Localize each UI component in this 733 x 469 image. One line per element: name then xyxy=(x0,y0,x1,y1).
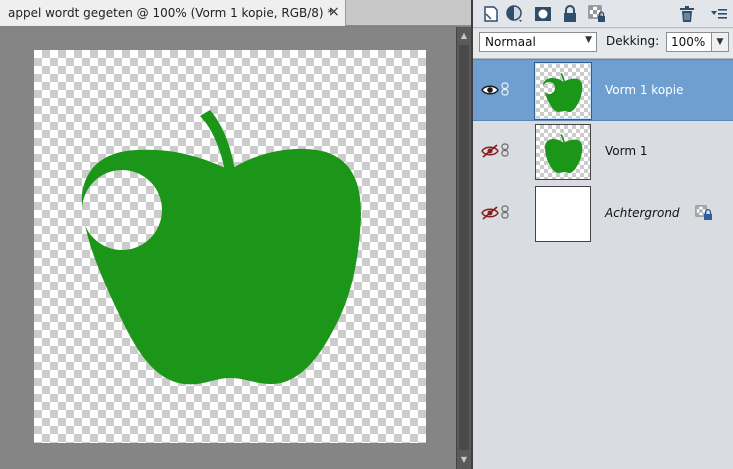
layer-link-icon[interactable] xyxy=(501,81,509,96)
document-tab-title: appel wordt gegeten @ 100% (Vorm 1 kopie… xyxy=(8,6,334,20)
blend-mode-value: Normaal xyxy=(485,35,536,49)
layer-thumbnail xyxy=(535,186,591,242)
image-canvas[interactable] xyxy=(34,50,426,443)
lock-transparency-icon[interactable] xyxy=(587,4,607,24)
layer-mask-icon[interactable] xyxy=(533,4,553,24)
lock-all-icon[interactable] xyxy=(560,4,580,24)
layer-name[interactable]: Vorm 1 kopie xyxy=(605,83,684,97)
adjustment-layer-icon[interactable] xyxy=(505,4,525,24)
apple-shape[interactable] xyxy=(34,50,426,443)
app-window: appel wordt gegeten @ 100% (Vorm 1 kopie… xyxy=(0,0,733,469)
layer-link-icon[interactable] xyxy=(501,142,509,157)
visibility-hidden-icon[interactable] xyxy=(481,205,499,220)
document-area: appel wordt gegeten @ 100% (Vorm 1 kopie… xyxy=(0,0,471,469)
layers-toolbar xyxy=(473,0,733,28)
opacity-input[interactable]: 100% xyxy=(666,32,712,52)
scroll-up-icon[interactable]: ▲ xyxy=(457,29,471,43)
opacity-dropdown-icon[interactable]: ▼ xyxy=(712,32,729,52)
panel-menu-icon[interactable] xyxy=(709,4,729,24)
visibility-hidden-icon[interactable] xyxy=(481,143,499,158)
close-tab-icon[interactable]: × xyxy=(328,4,340,20)
canvas-region[interactable] xyxy=(0,27,456,469)
vertical-scrollbar[interactable]: ▲ ▼ xyxy=(456,27,471,469)
document-tab[interactable]: appel wordt gegeten @ 100% (Vorm 1 kopie… xyxy=(0,0,346,26)
layer-name[interactable]: Vorm 1 xyxy=(605,144,647,158)
scroll-thumb[interactable] xyxy=(459,45,469,450)
layer-row-vorm-1-kopie[interactable]: Vorm 1 kopie xyxy=(473,59,733,121)
layers-panel: Normaal ▼ Dekking: 100% ▼ Vorm 1 kopie V… xyxy=(471,0,733,469)
new-layer-icon[interactable] xyxy=(481,4,501,24)
opacity-label: Dekking: xyxy=(606,34,660,48)
layer-name[interactable]: Achtergrond xyxy=(605,206,680,220)
layer-row-achtergrond[interactable]: Achtergrond xyxy=(473,183,733,245)
scroll-down-icon[interactable]: ▼ xyxy=(457,453,471,467)
layer-list: Vorm 1 kopie Vorm 1 Achtergrond xyxy=(473,59,733,469)
apple-body xyxy=(81,148,361,385)
visibility-eye-icon[interactable] xyxy=(481,82,499,96)
layer-locked-icon xyxy=(695,205,713,221)
layer-row-vorm-1[interactable]: Vorm 1 xyxy=(473,121,733,183)
chevron-down-icon: ▼ xyxy=(585,35,592,45)
layer-link-icon[interactable] xyxy=(501,204,509,219)
layer-thumbnail xyxy=(535,124,591,180)
delete-layer-icon[interactable] xyxy=(677,4,697,24)
document-tab-bar: appel wordt gegeten @ 100% (Vorm 1 kopie… xyxy=(0,0,471,26)
blend-mode-select[interactable]: Normaal ▼ xyxy=(479,32,597,52)
layer-thumbnail xyxy=(534,62,592,120)
blend-options-row: Normaal ▼ Dekking: 100% ▼ xyxy=(473,29,733,59)
